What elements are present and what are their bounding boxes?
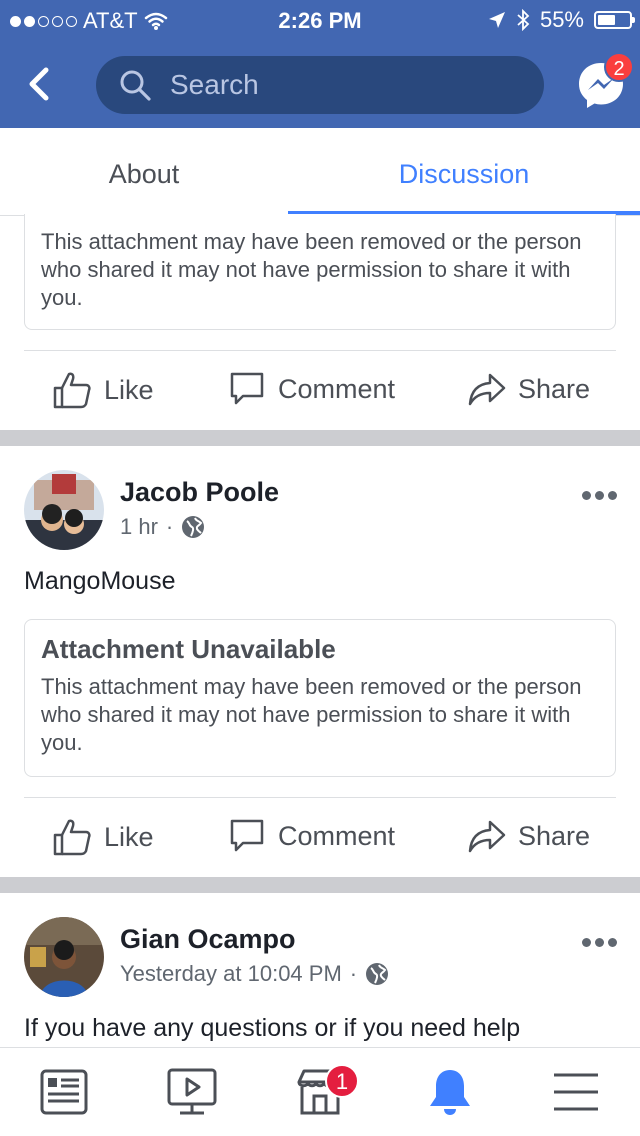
like-button[interactable]: Like <box>52 817 154 857</box>
thumbs-up-icon <box>53 819 91 856</box>
comment-icon <box>230 819 264 852</box>
nav-bar: 2 <box>0 40 640 128</box>
tab-video[interactable] <box>166 1066 218 1118</box>
tab-about[interactable]: About <box>0 128 288 216</box>
video-icon <box>167 1068 217 1115</box>
like-label: Like <box>104 374 154 405</box>
share-button[interactable]: Share <box>468 817 590 855</box>
attachment-title: Attachment Unavailable <box>41 634 336 664</box>
comment-label: Comment <box>278 820 396 851</box>
tab-menu[interactable] <box>550 1066 602 1118</box>
location-arrow-icon <box>488 12 505 28</box>
post-text: If you have any questions or if you need… <box>24 1014 521 1042</box>
tab-discussion[interactable]: Discussion <box>288 128 640 216</box>
chevron-left-icon <box>29 67 49 101</box>
share-label: Share <box>518 373 591 404</box>
post-options-button[interactable] <box>582 936 618 948</box>
share-label: Share <box>518 820 591 851</box>
battery-percent: 55% <box>539 7 584 32</box>
like-label: Like <box>104 821 154 852</box>
post-actions: Like Comment Share <box>0 350 640 430</box>
marketplace-badge: 1 <box>325 1064 359 1098</box>
post-time[interactable]: 1 hr <box>120 514 158 540</box>
share-arrow-icon <box>468 820 506 853</box>
page-tabs: About Discussion <box>0 128 640 216</box>
attachment-card[interactable]: This attachment may have been removed or… <box>24 214 616 330</box>
post-options-button[interactable] <box>582 489 618 501</box>
more-dot-icon <box>582 490 591 500</box>
tab-news-feed[interactable] <box>38 1066 90 1118</box>
share-button[interactable]: Share <box>468 370 590 408</box>
search-bar[interactable] <box>96 56 544 114</box>
post-actions: Like Comment Share <box>0 797 640 877</box>
menu-icon <box>554 1073 598 1111</box>
profile-photo <box>24 470 104 550</box>
comment-button[interactable]: Comment <box>228 817 395 855</box>
post-author[interactable]: Gian Ocampo <box>120 924 296 955</box>
post-time[interactable]: Yesterday at 10:04 PM <box>120 961 342 987</box>
post-text: MangoMouse <box>24 567 176 595</box>
news-feed-icon <box>40 1069 88 1115</box>
globe-icon <box>366 963 389 985</box>
notifications-icon <box>430 1070 470 1115</box>
feed-separator <box>0 430 640 446</box>
attachment-card[interactable]: Attachment Unavailable This attachment m… <box>24 619 616 777</box>
comment-icon <box>230 372 264 405</box>
attachment-body: This attachment may have been removed or… <box>41 229 582 310</box>
thumbs-up-icon <box>53 372 91 409</box>
attachment-body: This attachment may have been removed or… <box>41 674 582 755</box>
post-author[interactable]: Jacob Poole <box>120 477 279 508</box>
tab-notifications[interactable] <box>424 1066 476 1118</box>
search-icon <box>120 70 151 101</box>
comment-label: Comment <box>278 373 396 404</box>
profile-photo <box>24 917 104 997</box>
bottom-tab-bar: 1 <box>0 1047 640 1136</box>
search-input[interactable] <box>170 69 490 101</box>
share-arrow-icon <box>468 373 506 406</box>
battery-icon <box>594 11 635 29</box>
avatar[interactable] <box>24 470 104 550</box>
meta-separator: · <box>165 514 174 539</box>
comment-button[interactable]: Comment <box>228 370 395 408</box>
more-dot-icon <box>582 937 591 947</box>
feed-separator <box>0 877 640 893</box>
like-button[interactable]: Like <box>52 370 154 410</box>
avatar[interactable] <box>24 917 104 997</box>
globe-icon <box>182 516 205 538</box>
back-button[interactable] <box>20 62 60 106</box>
meta-separator: · <box>349 961 358 986</box>
messenger-badge: 2 <box>604 52 634 82</box>
post-meta: Yesterday at 10:04 PM · <box>120 961 389 987</box>
status-bar: AT&T 2:26 PM 55% <box>0 0 640 40</box>
post-meta: 1 hr · <box>120 514 205 540</box>
status-right: 55% <box>488 7 635 33</box>
bluetooth-icon <box>517 9 530 31</box>
